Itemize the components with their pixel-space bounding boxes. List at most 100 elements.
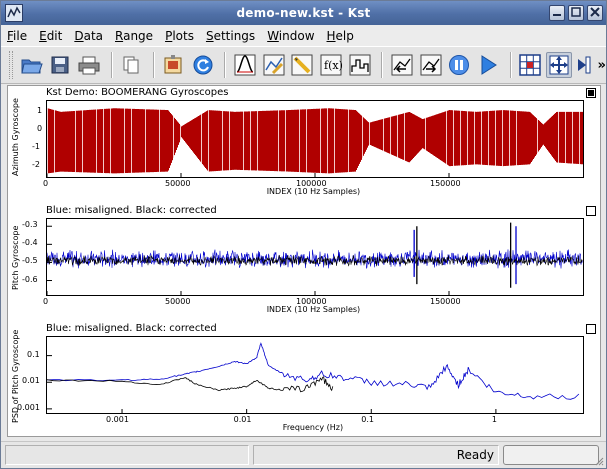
menu-mnemonic: R [115, 28, 124, 43]
menu-label-rest: ange [123, 28, 154, 43]
plot-canvas[interactable] [46, 218, 584, 296]
y-tick-label: -0.6 [22, 274, 38, 284]
status-text: Ready [456, 448, 494, 462]
plot-panel-1[interactable]: Kst Demo: BOOMERANG Gyroscopes 0 50000 1000… [8, 86, 600, 204]
zoom-forward-icon [420, 54, 442, 76]
reload-button[interactable] [190, 52, 216, 78]
export-image-button[interactable] [161, 52, 187, 78]
close-button[interactable] [587, 5, 603, 21]
y-tick-label: 0 [37, 123, 43, 133]
plot-panel-2[interactable]: Blue: misaligned. Black: corrected 0 50000… [8, 204, 600, 322]
x-tick-label: 1 [491, 415, 497, 424]
status-bar: Ready [1, 441, 606, 468]
series-misaligned [47, 226, 583, 285]
menu-range[interactable]: Range [109, 29, 159, 43]
edit-plugin-icon [291, 54, 313, 76]
menu-plots[interactable]: Plots [159, 29, 200, 43]
data-wizard-button[interactable] [232, 52, 258, 78]
menu-label-rest: ettings [213, 28, 256, 43]
plot-panel-3[interactable]: Blue: misaligned. Black: corrected 0.001 0… [8, 322, 600, 440]
more-tools-button[interactable] [575, 52, 593, 78]
maximize-button[interactable] [568, 5, 584, 21]
edit-plugin-button[interactable] [290, 52, 316, 78]
plot-title: Blue: misaligned. Black: corrected [46, 205, 217, 216]
chart-svg [47, 342, 580, 413]
y-axis-label: Pitch Gyroscope [11, 225, 20, 290]
toolbar-separator [153, 52, 156, 78]
plot-title: Kst Demo: BOOMERANG Gyroscopes [46, 87, 229, 98]
menu-window[interactable]: Window [261, 29, 320, 43]
menu-label-rest: ile [13, 28, 28, 43]
toolbar-grip[interactable] [9, 51, 13, 79]
play-icon [481, 55, 497, 75]
reload-icon [193, 55, 213, 75]
x-axis-label: INDEX (10 Hz Samples) [266, 305, 361, 314]
zoom-back-button[interactable] [389, 52, 415, 78]
edit-equation-icon: f(x) [320, 54, 342, 76]
copy-button[interactable] [119, 52, 145, 78]
save-icon [51, 56, 69, 74]
series-line [47, 376, 334, 393]
zoom-forward-button[interactable] [418, 52, 444, 78]
plot-select-checkbox[interactable] [586, 324, 596, 334]
menu-label-rest: elp [335, 28, 354, 43]
play-button[interactable] [475, 52, 501, 78]
toolbar: f(x) » [1, 46, 606, 84]
y-axis-label: Azimuth Gyroscope [11, 98, 20, 177]
series-line [47, 342, 580, 400]
save-button[interactable] [48, 52, 74, 78]
pause-button[interactable] [446, 52, 472, 78]
chart-svg [47, 222, 583, 295]
plot-canvas[interactable] [46, 336, 584, 414]
series-corrected [47, 376, 334, 393]
y-tick-label: 0.001 [17, 402, 40, 412]
menu-settings[interactable]: Settings [200, 29, 261, 43]
x-tick-label: 150000 [430, 297, 461, 306]
plot-select-checkbox[interactable] [586, 206, 596, 216]
x-tick-label: 150000 [430, 179, 461, 188]
toolbar-separator [509, 52, 512, 78]
plot-area[interactable]: Kst Demo: BOOMERANG Gyroscopes 0 50000 1 0 0 0… [7, 85, 601, 437]
pause-icon [449, 55, 470, 75]
maximize-icon [571, 6, 581, 20]
menu-data[interactable]: Data [68, 29, 109, 43]
print-button[interactable] [76, 52, 102, 78]
y-tick-label: -2 [32, 160, 40, 170]
plot-canvas[interactable] [46, 100, 584, 178]
resize-grip-icon[interactable] [594, 456, 604, 466]
edit-curve-button[interactable] [261, 52, 287, 78]
status-cell-1 [5, 445, 249, 465]
series-misaligned [47, 342, 580, 400]
plot-title: Blue: misaligned. Black: corrected [46, 323, 217, 334]
menu-label-rest: indow [278, 28, 315, 43]
x-tick-label: 0.1 [361, 415, 374, 424]
menu-mnemonic: H [326, 28, 336, 43]
menu-mnemonic: E [39, 28, 47, 43]
minimize-icon [552, 7, 562, 20]
layout-grid-button[interactable] [518, 52, 544, 78]
y-tick-label: 0.01 [22, 376, 40, 386]
y-tick-label: -0.4 [22, 238, 38, 248]
close-icon [590, 6, 600, 20]
y-tick-label: -1 [32, 142, 40, 152]
status-message: Ready [253, 445, 499, 465]
zoom-mode-button[interactable] [546, 52, 572, 78]
window-title: demo-new.kst - Kst [236, 6, 371, 20]
edit-histogram-button[interactable] [347, 52, 373, 78]
menu-help[interactable]: Help [321, 29, 360, 43]
edit-curve-icon [263, 54, 285, 76]
x-tick-label: 0.01 [233, 415, 252, 424]
edit-equation-button[interactable]: f(x) [318, 52, 344, 78]
chart-svg [47, 108, 583, 177]
menu-file[interactable]: File [1, 29, 33, 43]
title-bar[interactable]: demo-new.kst - Kst [1, 1, 606, 25]
y-tick-label: 0.1 [27, 349, 40, 359]
minimize-button[interactable] [549, 5, 565, 21]
toolbar-separator [110, 52, 113, 78]
data-wizard-icon [234, 54, 256, 76]
plot-select-checkbox[interactable] [586, 88, 596, 98]
toolbar-overflow-chevron[interactable]: » [598, 58, 606, 73]
zoom-mode-icon [549, 55, 569, 75]
open-button[interactable] [19, 52, 45, 78]
menu-edit[interactable]: Edit [33, 29, 68, 43]
